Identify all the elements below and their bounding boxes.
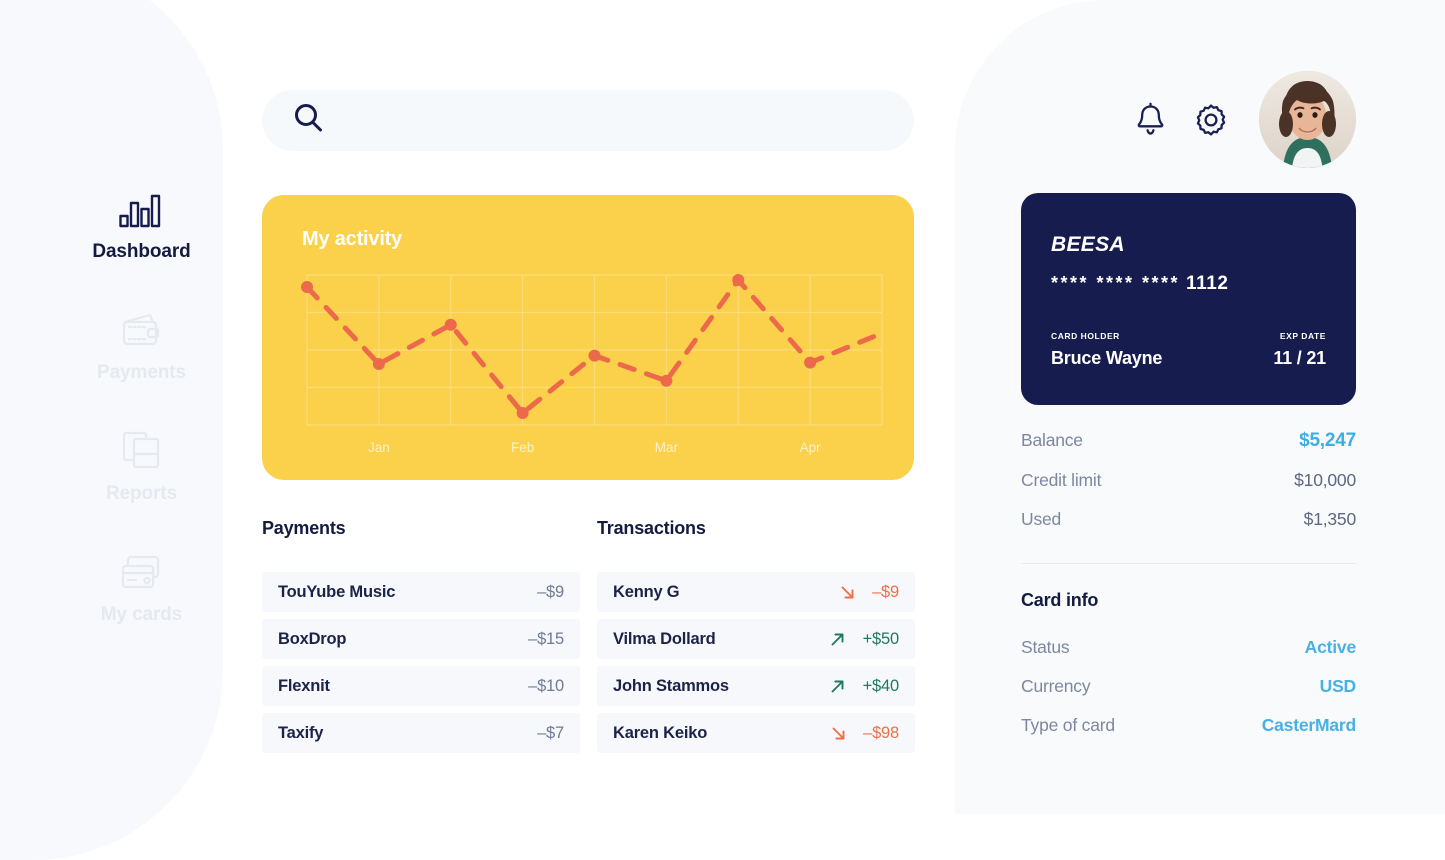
chart-data-point [372, 358, 385, 370]
payment-row[interactable]: BoxDrop –$15 [262, 619, 580, 659]
transaction-name: John Stammos [613, 676, 729, 695]
stat-value: $10,000 [1294, 470, 1356, 490]
transaction-amount: +$50 [862, 629, 900, 648]
sidebar-item-label: My cards [100, 604, 183, 625]
card-info-row: Currency USD [1021, 676, 1356, 697]
stat-row: Used $1,350 [1021, 509, 1356, 530]
payment-name: Taxify [278, 723, 324, 742]
sidebar-item-label: Reports [105, 483, 178, 504]
card-info-title: Card info [1021, 590, 1099, 610]
transaction-amount: –$98 [863, 723, 899, 742]
card-holder-field: CARD HOLDER Bruce Wayne [1051, 331, 1162, 369]
wallet-icon [120, 309, 164, 349]
payment-row[interactable]: TouYube Music –$9 [262, 572, 580, 612]
search-bar[interactable] [262, 90, 914, 151]
balance-stats: Balance $5,247 Credit limit $10,000 Used $1,3… [1021, 430, 1356, 548]
card-info-label: Type of card [1021, 715, 1115, 735]
payment-amount: –$15 [528, 629, 564, 648]
cards-icon [120, 551, 164, 591]
transaction-amount: +$40 [862, 676, 900, 695]
section-divider [1021, 563, 1356, 564]
transaction-name: Vilma Dollard [613, 629, 716, 648]
card-number: **** **** **** 1112 [1051, 273, 1229, 295]
payment-name: Flexnit [278, 676, 330, 695]
chart-data-point [301, 281, 313, 293]
sidebar-item-dashboard[interactable]: Dashboard [62, 188, 222, 263]
arrow-down-right-icon [825, 725, 851, 742]
stat-label: Used [1021, 509, 1062, 529]
card-info-section: Card info Status Active Currency USD Type of… [1021, 590, 1356, 754]
search-input[interactable] [341, 100, 861, 141]
stat-label: Credit limit [1021, 470, 1102, 490]
chart-data-point [732, 274, 745, 286]
activity-chart-plot: Jan Feb Mar Apr [301, 274, 885, 455]
avatar[interactable] [1259, 71, 1356, 168]
card-info-row: Type of card CasterMard [1021, 715, 1356, 736]
sidebar-item-label: Payments [97, 362, 186, 383]
card-exp-caption: EXP DATE [1279, 331, 1326, 341]
payments-title: Payments [262, 518, 346, 538]
chart-x-tick-label: Mar [655, 440, 679, 455]
transaction-row[interactable]: Kenny G –$9 [597, 572, 915, 612]
arrow-up-right-icon [825, 631, 851, 648]
arrow-down-right-icon [834, 584, 860, 601]
transactions-title: Transactions [597, 518, 706, 538]
chart-data-point [588, 349, 601, 362]
card-info-value[interactable]: Active [1305, 637, 1357, 658]
payment-amount: –$7 [537, 723, 564, 742]
transaction-row[interactable]: John Stammos +$40 [597, 666, 915, 706]
sidebar: Dashboard Payments Reports My cards [0, 0, 283, 814]
chart-x-tick-label: Apr [800, 440, 822, 455]
sidebar-item-reports[interactable]: Reports [62, 430, 222, 505]
bar-chart-icon [118, 188, 165, 228]
payments-section: Payments TouYube Music –$9 BoxDrop –$15 Flex… [262, 518, 580, 760]
card-info-value[interactable]: CasterMard [1262, 715, 1356, 736]
sidebar-item-my-cards[interactable]: My cards [62, 551, 222, 626]
stat-label: Balance [1021, 430, 1083, 450]
card-info-value[interactable]: USD [1320, 676, 1357, 697]
chart-x-tick-label: Jan [368, 440, 390, 455]
stat-row: Balance $5,247 [1021, 430, 1356, 452]
card-info-row: Status Active [1021, 637, 1356, 658]
card-number-mask: **** **** **** [1051, 273, 1181, 293]
chart-data-point [444, 318, 457, 331]
bell-icon[interactable] [1134, 102, 1167, 138]
sidebar-item-label: Dashboard [92, 241, 191, 262]
credit-card: BEESA **** **** **** 1112 CARD HOLDER Br… [1021, 193, 1356, 405]
documents-icon [121, 430, 163, 470]
card-info-label: Status [1021, 637, 1070, 657]
transaction-row[interactable]: Karen Keiko –$98 [597, 713, 915, 753]
card-exp-field: EXP DATE 11 / 21 [1273, 331, 1326, 369]
card-holder-caption: CARD HOLDER [1051, 331, 1120, 341]
header-icons [1134, 71, 1356, 168]
card-brand-logo: BEESA [1051, 233, 1125, 256]
gear-icon[interactable] [1193, 102, 1229, 138]
sidebar-item-payments[interactable]: Payments [62, 309, 222, 384]
chart-data-point [660, 374, 673, 387]
card-exp-value: 11 / 21 [1273, 348, 1326, 368]
arrow-up-right-icon [825, 678, 851, 695]
payment-amount: –$10 [528, 676, 564, 695]
activity-chart-card: My activity Jan Feb Mar Apr [262, 195, 914, 480]
card-number-last4: 1112 [1185, 273, 1229, 294]
stat-value: $1,350 [1303, 509, 1357, 529]
transaction-row[interactable]: Vilma Dollard +$50 [597, 619, 915, 659]
chart-data-point [804, 356, 817, 369]
transactions-section: Transactions Kenny G –$9 Vilma Dollard +$50… [597, 518, 915, 760]
card-info-label: Currency [1021, 676, 1091, 696]
transaction-name: Kenny G [613, 582, 680, 601]
stat-value: $5,247 [1299, 430, 1356, 451]
search-icon [292, 102, 325, 140]
chart-x-tick-label: Feb [511, 440, 534, 455]
card-holder-name: Bruce Wayne [1051, 348, 1163, 368]
payment-row[interactable]: Taxify –$7 [262, 713, 580, 753]
payment-name: BoxDrop [278, 629, 347, 648]
transaction-amount: –$9 [872, 582, 899, 601]
stat-row: Credit limit $10,000 [1021, 470, 1356, 491]
payment-row[interactable]: Flexnit –$10 [262, 666, 580, 706]
payment-name: TouYube Music [278, 582, 396, 601]
payment-amount: –$9 [537, 582, 564, 601]
transaction-name: Karen Keiko [613, 723, 708, 742]
chart-data-point [516, 407, 529, 419]
